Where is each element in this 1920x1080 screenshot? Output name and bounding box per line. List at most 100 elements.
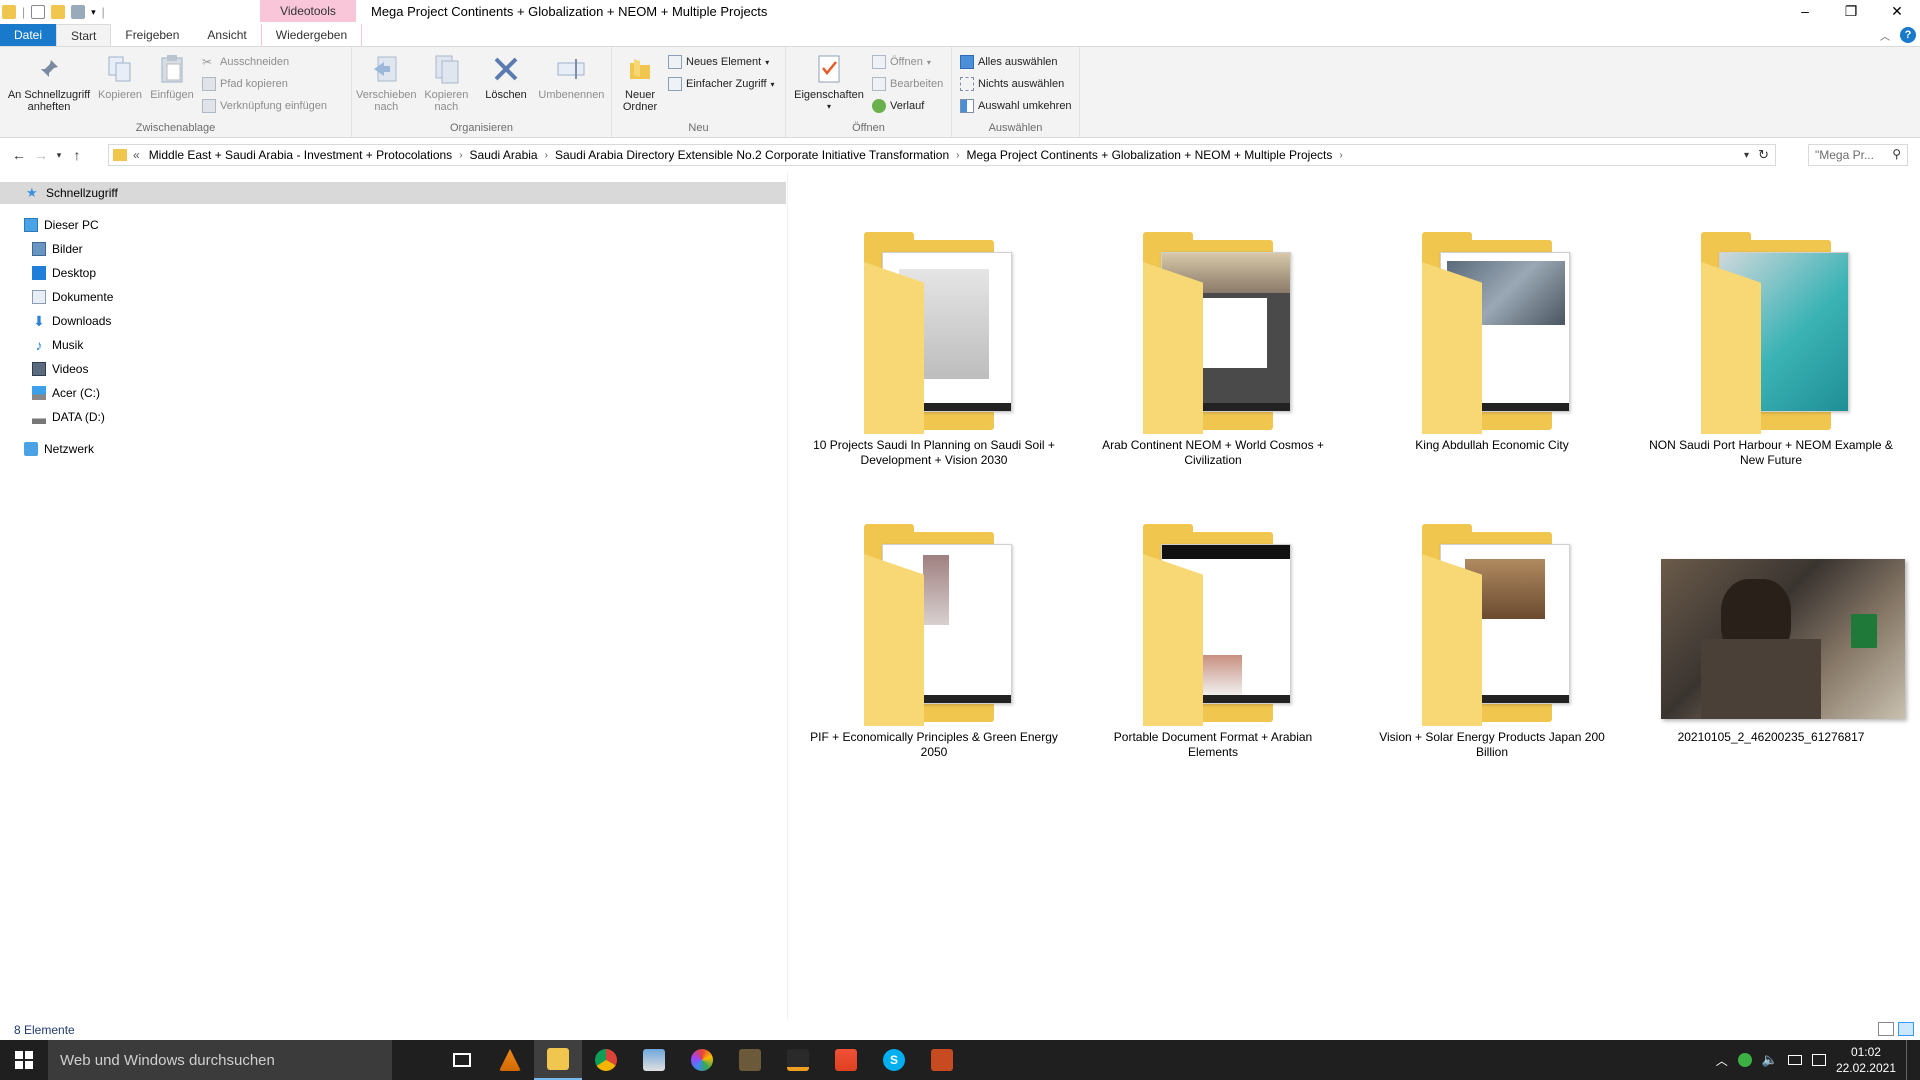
details-view-button[interactable] (1878, 1022, 1894, 1036)
clock[interactable]: 01:02 22.02.2021 (1836, 1044, 1896, 1076)
new-item-button[interactable]: Neues Element ▾ (668, 53, 775, 71)
nav-downloads[interactable]: ⬇ Downloads (32, 310, 111, 332)
back-button[interactable]: ← (8, 144, 30, 166)
easy-access-button[interactable]: Einfacher Zugriff ▾ (668, 75, 775, 93)
folder-item[interactable]: PIF + Economically Principles & Green En… (804, 494, 1064, 760)
network-status-icon[interactable] (1787, 1055, 1802, 1065)
nav-pictures[interactable]: Bilder (32, 238, 83, 260)
item-count: 8 Elemente (14, 1023, 75, 1037)
nav-music[interactable]: ♪ Musik (32, 334, 84, 356)
select-none-button[interactable]: Nichts auswählen (960, 75, 1072, 93)
search-icon: ⚲ (1892, 147, 1901, 161)
taskbar-chrome[interactable] (582, 1040, 630, 1080)
tab-playback[interactable]: Wiedergeben (260, 24, 363, 46)
file-name: Arab Continent NEOM + World Cosmos + Civ… (1102, 438, 1324, 467)
nav-label: DATA (D:) (52, 410, 105, 424)
volume-icon[interactable]: 🔈 (1762, 1052, 1778, 1068)
folder-item[interactable]: NON Saudi Port Harbour + NEOM Example & … (1641, 202, 1901, 468)
breadcrumb-chevron-icon[interactable]: › (1337, 150, 1344, 161)
new-folder-label: Neuer Ordner (622, 89, 658, 113)
copy-label: Kopieren (97, 89, 143, 101)
new-folder-icon[interactable] (51, 5, 66, 19)
breadcrumb-chevron-icon[interactable]: › (954, 150, 961, 161)
breadcrumb-item[interactable]: Mega Project Continents + Globalization … (961, 148, 1337, 162)
search-box[interactable]: "Mega Pr... ⚲ (1808, 144, 1908, 166)
taskbar-skype[interactable]: S (870, 1040, 918, 1080)
tab-start[interactable]: Start (56, 24, 112, 46)
forward-button[interactable]: → (30, 144, 52, 166)
invert-selection-button[interactable]: Auswahl umkehren (960, 97, 1072, 115)
nav-documents[interactable]: Dokumente (32, 286, 113, 308)
folder-item[interactable]: King Abdullah Economic City (1362, 202, 1622, 453)
properties-icon[interactable] (31, 5, 46, 19)
address-bar[interactable]: « Middle East + Saudi Arabia - Investmen… (108, 144, 1776, 166)
customize-qat-chevron-icon[interactable]: ▾ (91, 7, 96, 18)
cut-button[interactable]: ✂ Ausschneiden (202, 53, 327, 71)
action-center-icon[interactable] (1811, 1054, 1826, 1066)
tab-share[interactable]: Freigeben (111, 24, 193, 46)
close-button[interactable]: ✕ (1874, 0, 1920, 22)
show-desktop-button[interactable] (1906, 1040, 1910, 1080)
refresh-icon[interactable]: ↻ (1758, 147, 1769, 163)
taskbar-vlc[interactable] (486, 1040, 534, 1080)
move-to-label: Verschieben nach (356, 89, 417, 113)
open-button[interactable]: Öffnen ▾ (872, 53, 943, 71)
collapse-ribbon-chevron-icon[interactable]: ︿ (1880, 28, 1890, 43)
copy-path-button[interactable]: Pfad kopieren (202, 75, 327, 93)
nav-label: Schnellzugriff (46, 186, 118, 200)
image-item[interactable]: 20210105_2_46200235_61276817 (1641, 494, 1905, 745)
recent-locations-chevron-icon[interactable]: ▾ (52, 144, 66, 166)
nav-network[interactable]: Netzwerk (24, 438, 94, 460)
rename-icon[interactable] (71, 5, 86, 19)
breadcrumb-item[interactable]: Saudi Arabia (465, 148, 543, 162)
tab-view[interactable]: Ansicht (193, 24, 260, 46)
large-icons-view-button[interactable] (1898, 1022, 1914, 1036)
folder-item[interactable]: Vision + Solar Energy Products Japan 200… (1362, 494, 1622, 760)
breadcrumb-chevron-icon[interactable]: › (543, 150, 550, 161)
nav-drive-d[interactable]: DATA (D:) (32, 406, 105, 428)
breadcrumb-item[interactable]: Middle East + Saudi Arabia - Investment … (144, 148, 458, 162)
taskbar-file-explorer[interactable] (534, 1040, 582, 1080)
pin-label: An Schnellzugriff anheften (7, 89, 91, 113)
chrome-icon (595, 1049, 617, 1071)
folder-icon (1113, 494, 1313, 726)
taskbar-camera[interactable] (726, 1040, 774, 1080)
nav-label: Downloads (52, 314, 112, 328)
show-hidden-icons-chevron-icon[interactable]: ︿ (1716, 1052, 1728, 1069)
folder-item[interactable]: Portable Document Format + Arabian Eleme… (1083, 494, 1343, 760)
taskbar-app[interactable] (774, 1040, 822, 1080)
taskbar-picasa[interactable] (678, 1040, 726, 1080)
nav-desktop[interactable]: Desktop (32, 262, 96, 284)
breadcrumb-chevron-icon[interactable]: › (457, 150, 464, 161)
security-shield-icon[interactable] (1737, 1053, 1752, 1067)
nav-videos[interactable]: Videos (32, 358, 88, 380)
download-arrow-icon: ⬇ (33, 313, 45, 329)
search-input[interactable]: "Mega Pr... (1815, 148, 1874, 162)
start-button[interactable] (0, 1040, 48, 1080)
select-all-button[interactable]: Alles auswählen (960, 53, 1072, 71)
up-button[interactable]: ↑ (66, 144, 88, 166)
task-view-button[interactable] (438, 1040, 486, 1080)
paste-shortcut-button[interactable]: Verknüpfung einfügen (202, 97, 327, 115)
rename-icon (555, 53, 587, 85)
restore-button[interactable]: ❐ (1828, 0, 1874, 22)
swift-icon (835, 1049, 857, 1071)
folder-item[interactable]: Arab Continent NEOM + World Cosmos + Civ… (1083, 202, 1343, 468)
folder-icon (834, 494, 1034, 726)
nav-drive-c[interactable]: Acer (C:) (32, 382, 100, 404)
nav-quick-access[interactable]: ★ Schnellzugriff (0, 182, 786, 204)
taskbar-search-input[interactable]: Web und Windows durchsuchen (48, 1040, 392, 1080)
breadcrumb-item[interactable]: Saudi Arabia Directory Extensible No.2 C… (550, 148, 954, 162)
nav-this-pc[interactable]: Dieser PC (24, 214, 99, 236)
help-icon[interactable]: ? (1900, 27, 1916, 43)
taskbar-photos[interactable] (630, 1040, 678, 1080)
tab-file[interactable]: Datei (0, 24, 57, 46)
history-button[interactable]: Verlauf (872, 97, 943, 115)
address-dropdown-chevron-icon[interactable]: ▾ (1744, 150, 1749, 161)
minimize-button[interactable]: – (1782, 0, 1828, 22)
taskbar-archive[interactable] (918, 1040, 966, 1080)
folder-item[interactable]: 10 Projects Saudi In Planning on Saudi S… (804, 202, 1064, 468)
edit-button[interactable]: Bearbeiten (872, 75, 943, 93)
taskbar-swift[interactable] (822, 1040, 870, 1080)
breadcrumb-overflow[interactable]: « (133, 148, 144, 162)
